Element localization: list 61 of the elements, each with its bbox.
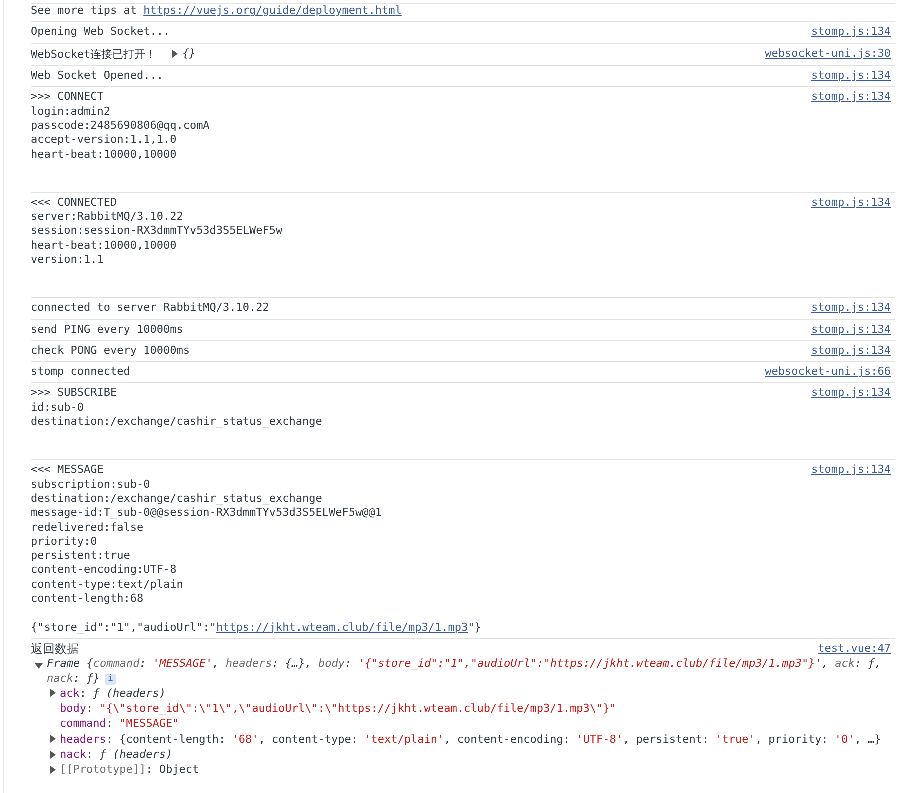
source-link[interactable]: stomp.js:134 bbox=[812, 196, 891, 210]
frame-line: message-id:T_sub-0@@session-RX3dmmTYv53d3S5ELWeF5w@@1 bbox=[31, 506, 383, 521]
object-preview: {} bbox=[182, 46, 196, 61]
frame-line: session:session-RX3dmmTYv53d3S5ELWeF5w bbox=[31, 224, 283, 239]
object-property: nack: ƒ (headers) bbox=[60, 747, 173, 762]
log-message: 返回数据 bbox=[31, 642, 79, 656]
frame-line: passcode:2485690806@qq.comA bbox=[31, 118, 210, 134]
object-property: command: "MESSAGE" bbox=[60, 716, 180, 732]
log-message: WebSocket连接已打开！ bbox=[31, 48, 157, 61]
frame-line: content-type:text/plain bbox=[31, 578, 184, 592]
frame-line: version:1.1 bbox=[31, 253, 105, 268]
log-message: Opening Web Socket... bbox=[31, 25, 170, 38]
collapse-triangle-icon[interactable] bbox=[35, 662, 43, 670]
url-link[interactable]: https://vuejs.org/guide/deployment.html bbox=[144, 4, 402, 17]
frame-line: <<< CONNECTED bbox=[31, 196, 118, 210]
object-summary: Frame {command: 'MESSAGE', headers: {…}, body: '{"store_id":"1","audioUrl":"https://jkht.wteam.club/file/mp3/1.mp3"}', ack: ƒ, nack: ƒ} i bbox=[47, 657, 883, 686]
object-property: ack: ƒ (headers) bbox=[60, 686, 166, 702]
frame-line: redelivered:false bbox=[31, 520, 145, 535]
object-property: body: "{\"store_id\":\"1\",\"audioUrl\":\"https://jkht.wteam.club/file/mp3/1.mp3\"}" bbox=[60, 701, 616, 716]
log-message: Web Socket Opened... bbox=[31, 69, 164, 82]
source-link[interactable]: stomp.js:134 bbox=[812, 322, 891, 337]
frame-line: priority:0 bbox=[31, 534, 98, 550]
source-link[interactable]: websocket-uni.js:30 bbox=[765, 46, 891, 61]
source-link[interactable]: stomp.js:134 bbox=[812, 25, 891, 40]
log-message: connected to server RabbitMQ/3.10.22 bbox=[31, 301, 270, 314]
url-link[interactable]: https://jkht.wteam.club/file/mp3/1.mp3 bbox=[216, 620, 468, 634]
log-message: send PING every 10000ms bbox=[31, 322, 184, 336]
frame-body: {"store_id":"1","audioUrl":"https://jkht.wteam.club/file/mp3/1.mp3"} bbox=[31, 620, 482, 635]
frame-line: heart-beat:10000,10000 bbox=[31, 238, 178, 253]
source-link[interactable]: stomp.js:134 bbox=[812, 69, 891, 84]
expand-triangle-icon[interactable] bbox=[49, 750, 57, 759]
frame-line: server:RabbitMQ/3.10.22 bbox=[31, 210, 184, 224]
object-property: headers: {content-length: '68', content-type: 'text/plain', content-encoding: 'UTF-8', persistent: 'true', priority: '0', …} bbox=[60, 732, 882, 748]
log-message: check PONG every 10000ms bbox=[31, 344, 190, 357]
log-message: stomp connected bbox=[31, 365, 130, 378]
frame-line: persistent:true bbox=[31, 549, 132, 564]
frame-line: subscription:sub-0 bbox=[31, 478, 152, 492]
object-property: [[Prototype]]: Object bbox=[60, 762, 200, 778]
expand-triangle-icon[interactable] bbox=[49, 735, 57, 744]
frame-line: destination:/exchange/cashir_status_exchange bbox=[31, 492, 324, 506]
log-message: See more tips at bbox=[31, 4, 138, 17]
source-link[interactable]: stomp.js:134 bbox=[812, 90, 891, 105]
source-link[interactable]: stomp.js:134 bbox=[812, 463, 891, 478]
frame-line: >>> SUBSCRIBE bbox=[31, 386, 118, 401]
expand-triangle-icon[interactable] bbox=[49, 766, 57, 774]
frame-line: content-length:68 bbox=[31, 592, 145, 606]
frame-line: >>> CONNECT bbox=[31, 90, 105, 105]
frame-line: content-encoding:UTF-8 bbox=[31, 563, 178, 578]
source-link[interactable]: test.vue:47 bbox=[818, 642, 891, 656]
frame-line: destination:/exchange/cashir_status_exchange bbox=[31, 415, 322, 430]
frame-line: accept-version:1.1,1.0 bbox=[31, 133, 178, 148]
source-link[interactable]: stomp.js:134 bbox=[812, 301, 891, 316]
expand-triangle-icon[interactable] bbox=[49, 689, 57, 698]
source-link[interactable]: stomp.js:134 bbox=[812, 386, 891, 401]
frame-line: heart-beat:10000,10000 bbox=[31, 148, 178, 162]
source-link[interactable]: websocket-uni.js:66 bbox=[765, 365, 891, 380]
frame-line: id:sub-0 bbox=[31, 400, 85, 416]
expand-triangle-icon[interactable] bbox=[170, 50, 179, 58]
source-link[interactable]: stomp.js:134 bbox=[812, 344, 891, 358]
frame-line: <<< MESSAGE bbox=[31, 463, 105, 478]
frame-line: login:admin2 bbox=[31, 104, 112, 119]
